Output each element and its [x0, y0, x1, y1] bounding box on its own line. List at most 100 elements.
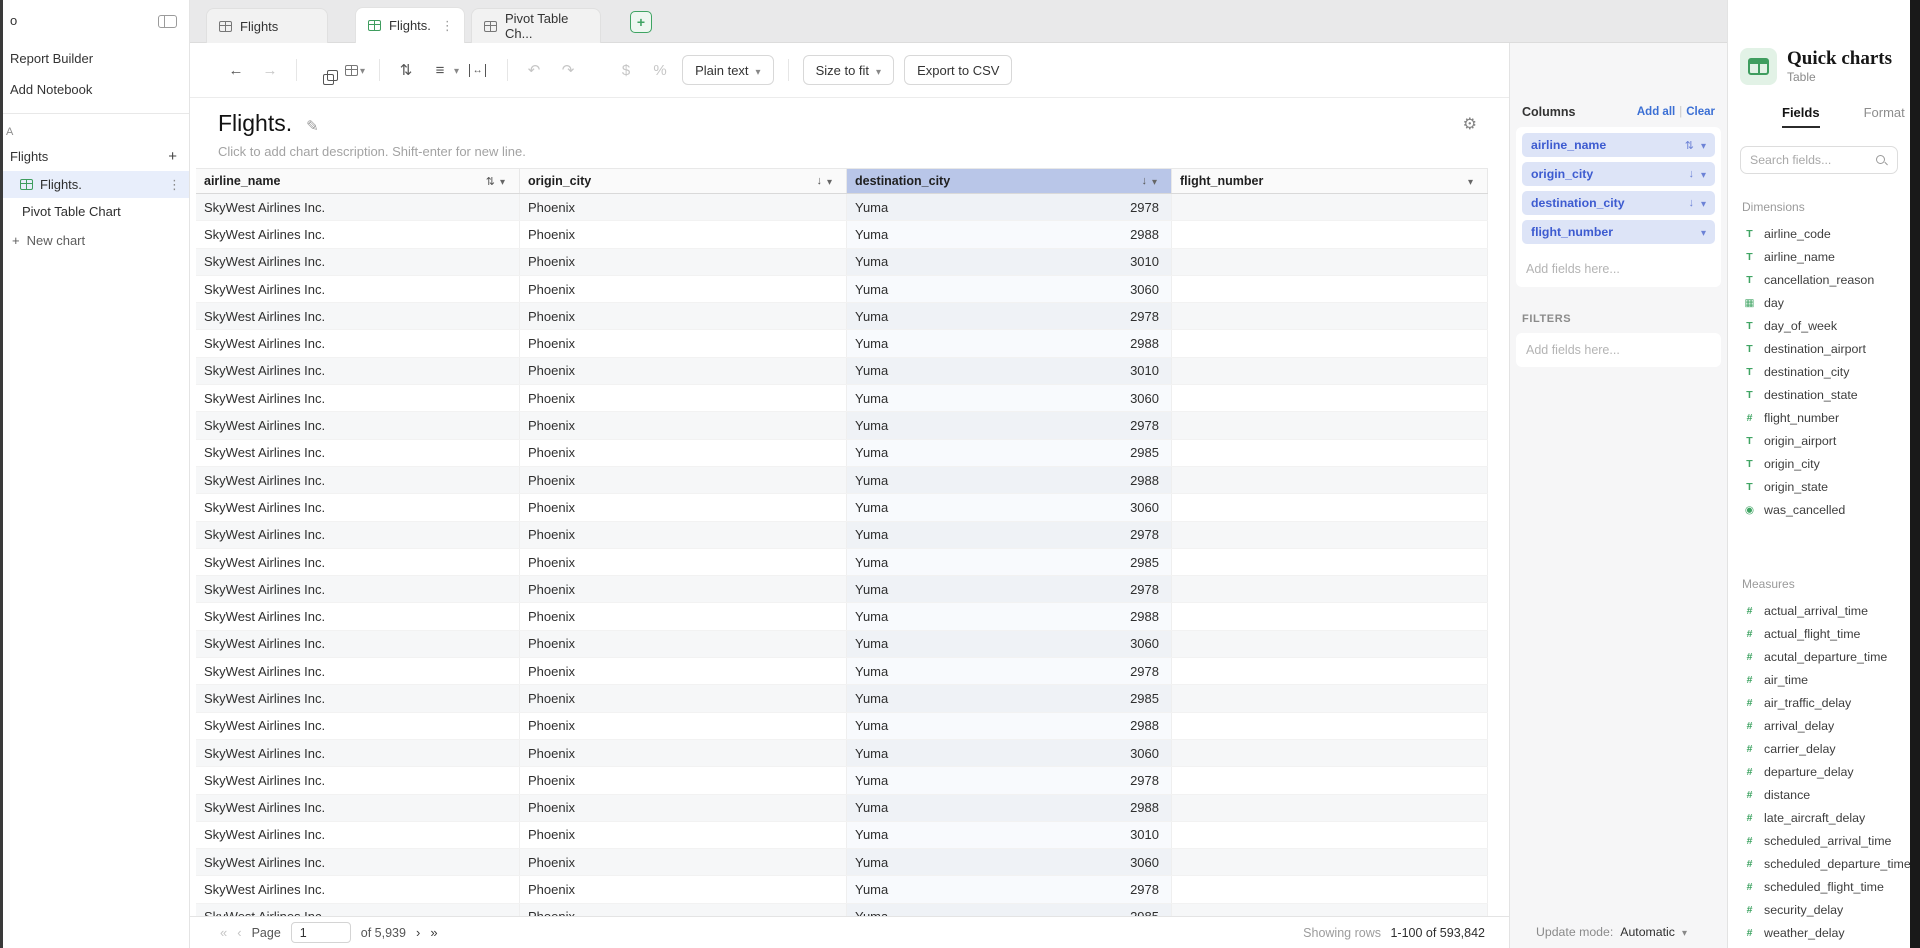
last-page-icon[interactable]: »	[430, 925, 437, 940]
chevron-down-icon[interactable]	[1468, 174, 1473, 188]
dimension-field-item[interactable]: T destination_state	[1728, 383, 1910, 406]
dimension-field-item[interactable]: T cancellation_reason	[1728, 268, 1910, 291]
measure-field-item[interactable]: # arrival_delay	[1728, 714, 1910, 737]
sidebar-item-add-notebook[interactable]: Add Notebook	[0, 74, 189, 105]
column-pill[interactable]: origin_city ↓	[1522, 162, 1715, 186]
table-row[interactable]: SkyWest Airlines Inc. Phoenix Yuma 2988	[196, 713, 1488, 740]
table-row[interactable]: SkyWest Airlines Inc. Phoenix Yuma 2978	[196, 412, 1488, 439]
table-row[interactable]: SkyWest Airlines Inc. Phoenix Yuma 2985	[196, 685, 1488, 712]
dimension-field-item[interactable]: T airline_name	[1728, 245, 1910, 268]
table-row[interactable]: SkyWest Airlines Inc. Phoenix Yuma 2985	[196, 440, 1488, 467]
search-fields-input[interactable]	[1750, 153, 1869, 167]
table-row[interactable]: SkyWest Airlines Inc. Phoenix Yuma 2978	[196, 303, 1488, 330]
tab-pivot-table-chart[interactable]: Pivot Table Ch...	[471, 8, 601, 43]
undo-icon[interactable]: ↶	[522, 61, 546, 79]
dimension-field-item[interactable]: T origin_airport	[1728, 429, 1910, 452]
table-row[interactable]: SkyWest Airlines Inc. Phoenix Yuma 2978	[196, 194, 1488, 221]
add-chart-plus-icon[interactable]: +	[168, 148, 177, 165]
table-row[interactable]: SkyWest Airlines Inc. Phoenix Yuma 2985	[196, 549, 1488, 576]
measure-field-item[interactable]: # actual_arrival_time	[1728, 599, 1910, 622]
column-width-icon[interactable]: ↔	[469, 64, 493, 77]
column-pill[interactable]: destination_city ↓	[1522, 191, 1715, 215]
sidebar-item-flights-table[interactable]: Flights. ⋮	[0, 171, 189, 198]
column-pill[interactable]: flight_number	[1522, 220, 1715, 244]
measure-field-item[interactable]: # distance	[1728, 783, 1910, 806]
table-row[interactable]: SkyWest Airlines Inc. Phoenix Yuma 3060	[196, 494, 1488, 521]
page-number-input[interactable]	[291, 922, 351, 943]
chevron-down-icon[interactable]	[500, 174, 505, 188]
new-tab-button[interactable]: +	[630, 11, 652, 33]
tab-flights[interactable]: Flights	[206, 8, 328, 43]
page-title[interactable]: Flights.	[218, 110, 292, 136]
sort-icon[interactable]: ↓	[816, 175, 822, 187]
update-mode-dropdown[interactable]: Automatic	[1620, 925, 1675, 939]
next-page-icon[interactable]: ›	[416, 925, 420, 940]
dimension-field-item[interactable]: # flight_number	[1728, 406, 1910, 429]
table-row[interactable]: SkyWest Airlines Inc. Phoenix Yuma 3010	[196, 249, 1488, 276]
measure-field-item[interactable]: # acutal_departure_time	[1728, 645, 1910, 668]
table-row[interactable]: SkyWest Airlines Inc. Phoenix Yuma 3060	[196, 740, 1488, 767]
dimension-field-item[interactable]: T day_of_week	[1728, 314, 1910, 337]
percent-format-icon[interactable]: %	[648, 62, 672, 79]
dimension-field-item[interactable]: ◉ was_cancelled	[1728, 498, 1910, 521]
measure-field-item[interactable]: # air_time	[1728, 668, 1910, 691]
table-row[interactable]: SkyWest Airlines Inc. Phoenix Yuma 3060	[196, 849, 1488, 876]
back-arrow-icon[interactable]: ←	[224, 62, 248, 79]
table-row[interactable]: SkyWest Airlines Inc. Phoenix Yuma 2978	[196, 576, 1488, 603]
dimension-field-item[interactable]: T airline_code	[1728, 222, 1910, 245]
measure-field-item[interactable]: # late_aircraft_delay	[1728, 806, 1910, 829]
export-csv-button[interactable]: Export to CSV	[904, 55, 1012, 85]
sidebar-item-report-builder[interactable]: Report Builder	[0, 43, 189, 74]
chart-description-placeholder[interactable]: Click to add chart description. Shift-en…	[218, 144, 1509, 159]
measure-field-item[interactable]: # air_traffic_delay	[1728, 691, 1910, 714]
table-row[interactable]: SkyWest Airlines Inc. Phoenix Yuma 2978	[196, 522, 1488, 549]
edit-pencil-icon[interactable]: ✎	[306, 118, 319, 135]
chevron-down-icon[interactable]	[1152, 174, 1157, 188]
right-scrollbar-strip[interactable]	[1910, 0, 1920, 948]
table-row[interactable]: SkyWest Airlines Inc. Phoenix Yuma 2988	[196, 603, 1488, 630]
column-header-airline-name[interactable]: airline_name ⇅	[196, 169, 520, 193]
redo-icon[interactable]: ↷	[556, 61, 580, 79]
currency-format-icon[interactable]: $	[614, 62, 638, 79]
first-page-icon[interactable]: «	[220, 925, 227, 940]
measure-field-item[interactable]: # scheduled_flight_time	[1728, 875, 1910, 898]
table-row[interactable]: SkyWest Airlines Inc. Phoenix Yuma 2988	[196, 330, 1488, 357]
table-row[interactable]: SkyWest Airlines Inc. Phoenix Yuma 3010	[196, 822, 1488, 849]
column-header-destination-city[interactable]: destination_city ↓	[847, 169, 1172, 193]
column-header-origin-city[interactable]: origin_city ↓	[520, 169, 847, 193]
table-view-dropdown[interactable]	[345, 61, 365, 79]
table-row[interactable]: SkyWest Airlines Inc. Phoenix Yuma 2978	[196, 767, 1488, 794]
measure-field-item[interactable]: # scheduled_arrival_time	[1728, 829, 1910, 852]
tab-format[interactable]: Format	[1864, 105, 1905, 128]
table-row[interactable]: SkyWest Airlines Inc. Phoenix Yuma 2978	[196, 876, 1488, 903]
column-header-flight-number[interactable]: flight_number	[1172, 169, 1488, 193]
text-align-dropdown[interactable]: ≡	[428, 61, 459, 79]
table-row[interactable]: SkyWest Airlines Inc. Phoenix Yuma 3060	[196, 385, 1488, 412]
measure-field-item[interactable]: # weather_delay	[1728, 921, 1910, 944]
table-row[interactable]: SkyWest Airlines Inc. Phoenix Yuma 2988	[196, 221, 1488, 248]
size-to-fit-dropdown[interactable]: Size to fit	[803, 55, 895, 85]
table-row[interactable]: SkyWest Airlines Inc. Phoenix Yuma 3010	[196, 358, 1488, 385]
tab-kebab-menu-icon[interactable]: ⋮	[441, 18, 454, 34]
table-row[interactable]: SkyWest Airlines Inc. Phoenix Yuma 2985	[196, 904, 1488, 916]
column-pill[interactable]: airline_name ⇅	[1522, 133, 1715, 157]
measure-field-item[interactable]: # scheduled_departure_time	[1728, 852, 1910, 875]
new-chart-button[interactable]: + New chart	[0, 225, 189, 248]
dimension-field-item[interactable]: T origin_city	[1728, 452, 1910, 475]
table-row[interactable]: SkyWest Airlines Inc. Phoenix Yuma 3060	[196, 631, 1488, 658]
clear-link[interactable]: Clear	[1686, 106, 1715, 118]
dimension-field-item[interactable]: T destination_airport	[1728, 337, 1910, 360]
sidebar-group-flights[interactable]: Flights +	[0, 140, 189, 171]
sort-icon[interactable]: ⇅	[486, 175, 495, 188]
kebab-menu-icon[interactable]: ⋮	[168, 177, 181, 193]
dimension-field-item[interactable]: T origin_state	[1728, 475, 1910, 498]
measure-field-item[interactable]: # departure_delay	[1728, 760, 1910, 783]
measure-field-item[interactable]: # carrier_delay	[1728, 737, 1910, 760]
measure-field-item[interactable]: # security_delay	[1728, 898, 1910, 921]
filters-placeholder[interactable]: Add fields here...	[1522, 343, 1715, 357]
chevron-down-icon[interactable]	[827, 174, 832, 188]
table-row[interactable]: SkyWest Airlines Inc. Phoenix Yuma 2978	[196, 658, 1488, 685]
gear-settings-icon[interactable]: ⚙	[1463, 114, 1477, 134]
dimension-field-item[interactable]: T destination_city	[1728, 360, 1910, 383]
measure-field-item[interactable]: # actual_flight_time	[1728, 622, 1910, 645]
